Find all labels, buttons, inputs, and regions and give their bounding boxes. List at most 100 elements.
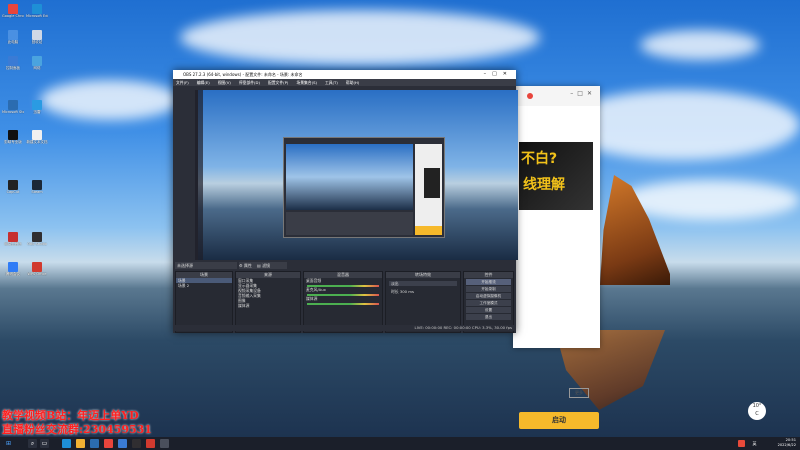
desktop-shortcut[interactable]: 网络 <box>26 56 48 70</box>
nested-obs-preview <box>283 137 445 238</box>
control-button[interactable]: 退出 <box>466 314 511 320</box>
shortcut-label: Microsoft Store <box>2 110 24 114</box>
desktop-shortcut[interactable]: 腾讯会议 <box>2 262 24 276</box>
watermark-line-2: 直播粉丝交流群:230459531 <box>2 423 152 436</box>
desktop-shortcut[interactable]: 迅雷 <box>26 100 48 114</box>
list-item[interactable] <box>519 256 593 264</box>
shortcut-icon <box>32 232 42 242</box>
desktop-shortcut[interactable]: 此电脑 <box>2 30 24 44</box>
list-item[interactable] <box>519 244 593 252</box>
start-button[interactable]: 启动 <box>519 412 599 429</box>
shortcut-icon <box>8 130 18 140</box>
source-item[interactable]: 媒体源 <box>236 303 300 308</box>
nested-preview-canvas <box>286 144 413 210</box>
obs-window[interactable]: OBS 27.2.3 (64-bit, windows) - 配置文件: 未命名… <box>173 70 518 333</box>
shortcut-label: CapCut <box>6 190 20 194</box>
mixer-track[interactable]: 桌面音频 <box>304 278 382 287</box>
mixer-track[interactable]: 麦克风/Aux <box>304 287 382 296</box>
menu-item[interactable]: 场景集合(S) <box>296 80 317 85</box>
desktop-shortcut[interactable]: WPS Office <box>26 262 48 276</box>
obs-icon[interactable] <box>132 439 141 448</box>
taskbar: ⊞ ⌕ ▭ 英 20:51 2022/6/22 <box>0 437 800 450</box>
control-button[interactable]: 开始录制 <box>466 286 511 292</box>
list-item[interactable] <box>519 232 593 240</box>
file-explorer-icon[interactable] <box>76 439 85 448</box>
control-button[interactable]: 启动虚拟摄像机 <box>466 293 511 299</box>
menu-item[interactable]: 工具(T) <box>325 80 338 85</box>
desktop-shortcut[interactable]: Microsoft Edge <box>26 4 48 18</box>
menu-item[interactable]: 停靠部件(D) <box>239 80 260 85</box>
desktop-shortcut[interactable]: Microsoft Store <box>2 100 24 114</box>
nested-dock <box>286 212 413 235</box>
mixer-track-label: 桌面音频 <box>306 278 322 283</box>
weather-widget[interactable]: 10° C <box>748 402 766 420</box>
shortcut-icon <box>8 100 18 110</box>
menu-item[interactable]: 视图(V) <box>218 80 231 85</box>
menu-item[interactable]: 配置文件(P) <box>268 80 288 85</box>
shortcut-label: Steam <box>31 190 43 194</box>
shortcut-icon <box>8 4 18 14</box>
cloud <box>180 10 540 65</box>
controls-panel: 控件 开始推流 开始录制 启动虚拟摄像机 工作室模式 设置 退出 <box>463 271 514 333</box>
desktop-shortcut[interactable]: Google Chrome <box>2 4 24 18</box>
desktop-shortcut[interactable]: CapCut <box>2 180 24 194</box>
shortcut-label: 控制面板 <box>6 66 20 70</box>
shortcut-icon <box>32 4 42 14</box>
menu-item[interactable]: 帮助(H) <box>346 80 359 85</box>
mixer-track[interactable]: 媒体源 <box>304 296 382 305</box>
control-button[interactable]: 设置 <box>466 307 511 313</box>
cloud <box>40 80 180 120</box>
shortcut-label: 迅雷 <box>33 110 41 114</box>
desktop-shortcut[interactable]: 网易云音乐 <box>2 232 24 246</box>
menu-item[interactable]: 文件(F) <box>176 80 189 85</box>
panel-title: 转场特效 <box>386 272 460 278</box>
more-button[interactable]: 更多 <box>569 388 589 398</box>
transition-mode-select[interactable]: 淡出 <box>389 281 457 286</box>
menu-item[interactable]: 编辑(E) <box>197 80 210 85</box>
desktop-shortcut[interactable]: 剪映专业版 <box>2 130 24 144</box>
transition-duration[interactable]: 时长 300 ms <box>389 289 457 294</box>
chrome-icon[interactable] <box>104 439 113 448</box>
desktop-shortcut[interactable]: Steam <box>26 180 48 194</box>
shortcut-icon <box>8 180 18 190</box>
store-icon[interactable] <box>90 439 99 448</box>
scenes-panel: 场景 场景 场景 2 <box>175 271 233 333</box>
window-controls-icon[interactable]: –□✕ <box>570 90 596 97</box>
list-item[interactable] <box>519 280 593 288</box>
start-menu-icon[interactable]: ⊞ <box>4 439 13 448</box>
background-app-window[interactable]: –□✕ 不白? 线理解 更多 启动 <box>513 86 600 429</box>
control-button[interactable]: 工作室模式 <box>466 300 511 306</box>
control-button[interactable]: 开始推流 <box>466 279 511 285</box>
desktop-shortcut[interactable]: 控制面板 <box>2 56 24 70</box>
task-view-icon[interactable]: ▭ <box>40 439 49 448</box>
shortcut-icon <box>32 262 42 272</box>
desktop-shortcut[interactable]: OBS Studio <box>26 232 48 246</box>
promo-text-2: 线理解 <box>523 177 565 193</box>
filters-button[interactable]: ▤ 滤镜 <box>257 262 287 269</box>
background-app-titlebar[interactable]: –□✕ <box>513 86 600 106</box>
window-controls-icon[interactable]: –□✕ <box>484 70 513 79</box>
shortcut-icon <box>32 130 42 140</box>
app-icon[interactable] <box>146 439 155 448</box>
mixer-track-label: 麦克风/Aux <box>306 287 326 292</box>
ime-indicator[interactable]: 英 <box>750 439 759 448</box>
obs-preview[interactable] <box>198 90 518 260</box>
window-title: OBS 27.2.3 (64-bit, windows) - 配置文件: 未命名… <box>183 72 303 77</box>
volume-meter[interactable] <box>307 303 379 305</box>
mixer-panel: 混音器 桌面音频 麦克风/Aux 媒体源 <box>303 271 383 333</box>
desktop-shortcut[interactable]: 新建文本文档 <box>26 130 48 144</box>
app-icon[interactable] <box>160 439 169 448</box>
shortcut-icon <box>32 180 42 190</box>
obs-titlebar[interactable]: OBS 27.2.3 (64-bit, windows) - 配置文件: 未命名… <box>173 70 516 79</box>
search-icon[interactable]: ⌕ <box>28 439 37 448</box>
edge-icon[interactable] <box>62 439 71 448</box>
tray-app-icon[interactable] <box>738 440 745 447</box>
shortcut-label: 网络 <box>33 66 41 70</box>
app-icon[interactable] <box>118 439 127 448</box>
shortcut-label: 此电脑 <box>7 40 19 44</box>
scene-item[interactable]: 场景 2 <box>176 283 232 288</box>
clock[interactable]: 20:51 2022/6/22 <box>778 438 796 448</box>
desktop-shortcut[interactable]: 回收站 <box>26 30 48 44</box>
list-item[interactable] <box>519 268 593 276</box>
cloud <box>640 30 760 60</box>
